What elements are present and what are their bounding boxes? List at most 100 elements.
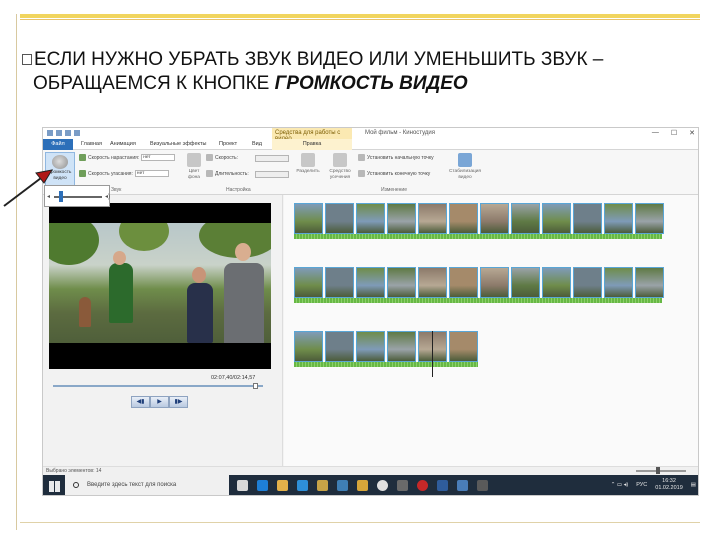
clip-thumbnail[interactable] <box>294 203 323 234</box>
undo-icon[interactable] <box>65 130 71 136</box>
group-audio-label: Звук <box>111 187 122 193</box>
clip-thumbnail[interactable] <box>480 267 509 298</box>
clip-thumbnail[interactable] <box>356 331 385 362</box>
speed-label: Скорость: <box>215 154 238 161</box>
clip-thumbnails[interactable] <box>294 267 664 298</box>
seek-thumb[interactable] <box>253 383 258 389</box>
edge-icon[interactable] <box>257 480 268 491</box>
task-view-icon[interactable] <box>237 480 248 491</box>
clip-thumbnail[interactable] <box>480 203 509 234</box>
seek-bar[interactable] <box>53 383 263 389</box>
clip-thumbnail[interactable] <box>511 203 540 234</box>
save-icon[interactable] <box>56 130 62 136</box>
clip-thumbnail[interactable] <box>542 203 571 234</box>
fade-in-select[interactable]: нет <box>141 154 176 161</box>
tab-animation[interactable]: Анимация <box>110 141 136 147</box>
clip-thumbnail[interactable] <box>449 267 478 298</box>
taskbar-search-input[interactable]: Введите здесь текст для поиска <box>65 475 229 495</box>
clip-thumbnail[interactable] <box>573 267 602 298</box>
clip-thumbnail[interactable] <box>418 203 447 234</box>
fade-out-select[interactable]: нет <box>134 170 169 177</box>
video-preview[interactable] <box>49 203 271 369</box>
set-end-label: Установить конечную точку <box>367 170 431 177</box>
opera-icon[interactable] <box>417 480 428 491</box>
clip-thumbnail[interactable] <box>294 331 323 362</box>
clip-thumbnails[interactable] <box>294 203 664 234</box>
set-end-point-button[interactable]: Установить конечную точку <box>358 170 430 177</box>
zoom-slider[interactable] <box>636 467 686 474</box>
play-button[interactable]: ▶ <box>150 396 169 408</box>
split-icon <box>301 153 315 167</box>
clip-thumbnail[interactable] <box>542 267 571 298</box>
next-frame-button[interactable]: ▮▶ <box>169 396 188 408</box>
audio-waveform <box>294 234 662 239</box>
zoom-thumb[interactable] <box>656 467 660 474</box>
selected-count: Выбрано элементов: 14 <box>46 468 102 474</box>
split-button[interactable]: Разделить <box>295 153 321 175</box>
app-icon[interactable] <box>397 480 408 491</box>
clip-thumbnail[interactable] <box>356 267 385 298</box>
fade-out-icon <box>79 170 86 177</box>
trim-tool-button[interactable]: Средство усечения <box>325 153 355 180</box>
clip-thumbnail[interactable] <box>356 203 385 234</box>
windows-start-icon[interactable] <box>49 481 60 492</box>
word-icon[interactable] <box>337 480 348 491</box>
trim-icon <box>333 153 347 167</box>
clip-thumbnail[interactable] <box>418 267 447 298</box>
set-start-point-button[interactable]: Установить начальную точку <box>358 154 434 161</box>
clip-thumbnail[interactable] <box>604 203 633 234</box>
clip-thumbnail[interactable] <box>604 267 633 298</box>
fade-out-row: Скорость угасания: нет <box>79 170 169 177</box>
clip-thumbnail[interactable] <box>387 203 416 234</box>
chrome-icon[interactable] <box>377 480 388 491</box>
speaker-icon <box>52 155 68 169</box>
close-button[interactable]: ✕ <box>689 129 695 137</box>
notifications-icon[interactable]: ▤ <box>691 482 696 488</box>
stabilize-video-button[interactable]: Стабилизация видео <box>447 153 483 180</box>
explorer-icon[interactable] <box>277 480 288 491</box>
system-tray: ⌃ ▭ ◂) РУС 16:32 01.02.2019 ▤ <box>611 478 696 492</box>
clip-thumbnail[interactable] <box>573 203 602 234</box>
files-icon[interactable] <box>357 480 368 491</box>
video-volume-button[interactable]: Громкость видео <box>45 152 75 186</box>
preview-pane: 02:07,40/02:14,57 ◀▮ ▶ ▮▶ <box>43 195 283 466</box>
bg-color-button[interactable]: Цвет фона <box>183 153 205 180</box>
mail-icon[interactable] <box>297 480 308 491</box>
movie-maker-icon[interactable] <box>477 480 488 491</box>
language-indicator[interactable]: РУС <box>636 482 647 488</box>
tab-home[interactable]: Главная <box>81 141 102 147</box>
clip-thumbnail[interactable] <box>511 267 540 298</box>
clip-thumbnail[interactable] <box>635 203 664 234</box>
clip-thumbnail[interactable] <box>325 203 354 234</box>
clip-thumbnail[interactable] <box>449 203 478 234</box>
tab-file[interactable]: Файл <box>43 139 73 150</box>
volume-slider-thumb[interactable] <box>59 191 63 202</box>
duration-select[interactable] <box>255 171 289 178</box>
clip-thumbnail[interactable] <box>294 267 323 298</box>
duration-label: Длительность: <box>215 170 249 177</box>
clip-thumbnail[interactable] <box>635 267 664 298</box>
photos-icon[interactable] <box>457 480 468 491</box>
app-icon[interactable] <box>437 480 448 491</box>
heading-line-1: ЕСЛИ НУЖНО УБРАТЬ ЗВУК ВИДЕО ИЛИ УМЕНЬШИ… <box>34 49 604 70</box>
checkbox-bullet-icon <box>22 54 32 65</box>
clip-thumbnail[interactable] <box>325 331 354 362</box>
clip-thumbnail[interactable] <box>387 331 416 362</box>
clip-thumbnail[interactable] <box>449 331 478 362</box>
tray-icons[interactable]: ⌃ ▭ ◂) <box>611 482 628 488</box>
clock[interactable]: 16:32 01.02.2019 <box>655 478 683 492</box>
tab-view[interactable]: Вид <box>252 141 262 147</box>
redo-icon[interactable] <box>74 130 80 136</box>
speed-select[interactable] <box>255 155 289 162</box>
clip-thumbnails[interactable] <box>294 331 478 362</box>
clip-thumbnail[interactable] <box>387 267 416 298</box>
tab-project[interactable]: Проект <box>219 141 237 147</box>
minimize-button[interactable]: — <box>652 129 659 137</box>
star-app-icon[interactable] <box>317 480 328 491</box>
duration-icon <box>206 170 213 177</box>
clip-thumbnail[interactable] <box>325 267 354 298</box>
previous-frame-button[interactable]: ◀▮ <box>131 396 150 408</box>
tab-edit[interactable]: Правка <box>272 139 352 150</box>
maximize-button[interactable]: ☐ <box>671 129 677 137</box>
tab-visual-effects[interactable]: Визуальные эффекты <box>150 141 206 147</box>
